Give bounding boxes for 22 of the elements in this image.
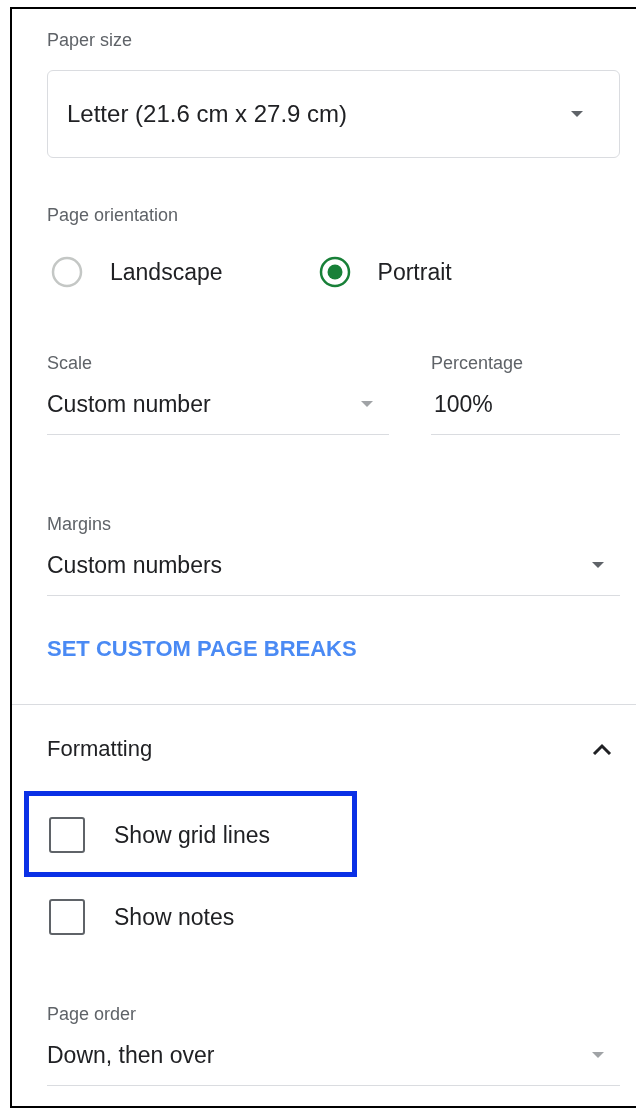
radio-option[interactable]: Landscape <box>47 256 223 288</box>
page-order-select[interactable]: Down, then over <box>47 1040 620 1086</box>
field-label: Percentage <box>431 352 525 375</box>
field-label: Paper size <box>47 29 134 52</box>
caret-icon <box>592 562 604 568</box>
field-label: Scale <box>47 352 94 375</box>
field-label: Margins <box>47 513 113 536</box>
caret-icon <box>571 111 583 117</box>
paper-size-select[interactable]: Letter (21.6 cm x 27.9 cm) <box>47 70 620 158</box>
percentage-field[interactable]: 100% <box>431 389 620 435</box>
radio-option[interactable]: Portrait <box>314 256 452 288</box>
scale-select[interactable]: Custom number <box>47 389 389 435</box>
checkbox-option[interactable]: Show notes <box>47 897 620 937</box>
select-value: Letter (21.6 cm x 27.9 cm) <box>67 100 348 128</box>
caret-icon <box>361 401 373 407</box>
field-label: Page orientation <box>47 204 180 227</box>
chevron-icon[interactable] <box>592 743 612 755</box>
checkbox-option[interactable]: Show grid lines <box>47 815 620 855</box>
caret-icon <box>592 1052 604 1058</box>
field-label: Page order <box>47 1003 138 1026</box>
section-title: Formatting <box>47 736 153 762</box>
margins-select[interactable]: Custom numbers <box>47 550 620 596</box>
